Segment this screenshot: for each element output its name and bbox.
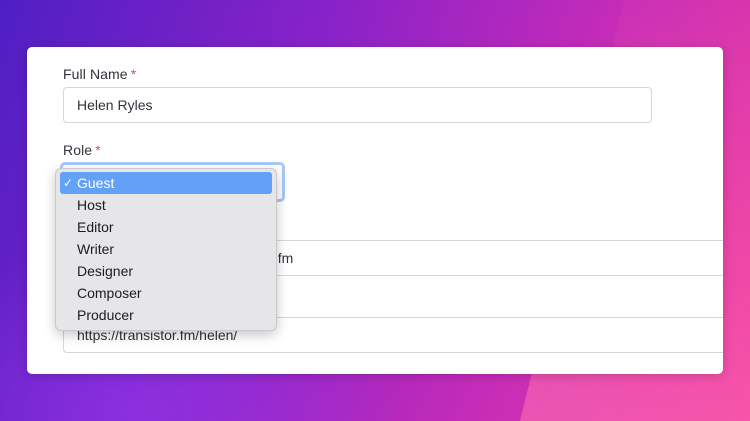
role-option-designer[interactable]: Designer <box>60 260 272 282</box>
role-label: Role * <box>63 142 101 158</box>
role-option-composer[interactable]: Composer <box>60 282 272 304</box>
role-option-producer[interactable]: Producer <box>60 304 272 326</box>
role-option-guest[interactable]: ✓ Guest <box>60 172 272 194</box>
required-mark: * <box>95 142 101 158</box>
role-option-editor[interactable]: Editor <box>60 216 272 238</box>
check-icon: ✓ <box>63 176 74 190</box>
role-option-host[interactable]: Host <box>60 194 272 216</box>
required-mark: * <box>130 66 137 82</box>
role-option-writer[interactable]: Writer <box>60 238 272 260</box>
full-name-label: Full Name * <box>63 66 137 82</box>
full-name-input[interactable]: Helen Ryles <box>63 87 652 123</box>
role-dropdown-menu: ✓ Guest Host Editor Writer Designer Comp… <box>55 168 277 331</box>
full-name-value: Helen Ryles <box>77 97 153 113</box>
